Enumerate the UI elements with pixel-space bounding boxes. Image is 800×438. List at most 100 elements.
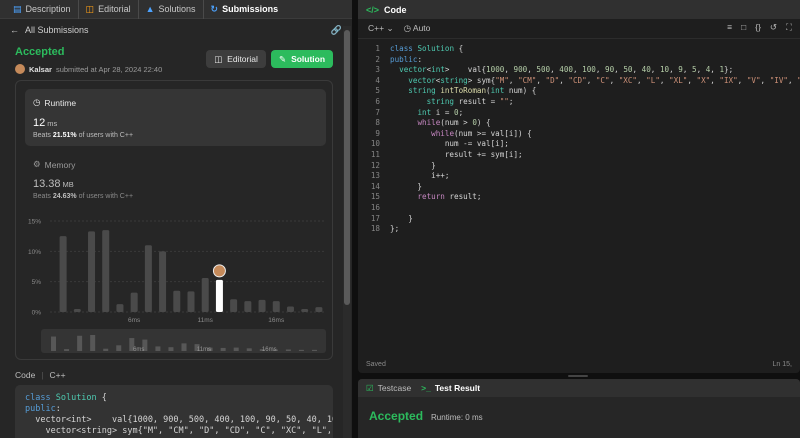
chart-bar[interactable] <box>258 299 266 312</box>
editorial-button[interactable]: ◫ Editorial <box>206 50 266 68</box>
chart-bar[interactable] <box>159 251 167 312</box>
format-icon[interactable]: ≡ <box>727 22 732 33</box>
line-number: 18 <box>370 224 380 234</box>
code-tab-bar: </> Code <box>358 0 800 19</box>
tab-test-result[interactable]: >_ Test Result <box>421 383 480 393</box>
solution-button[interactable]: ✎ Solution <box>271 50 333 68</box>
memory-stat[interactable]: ⚙ Memory 13.38 MB Beats 24.63% of users w… <box>33 159 323 200</box>
runtime-unit: ms <box>47 119 58 128</box>
braces-icon[interactable]: {} <box>755 22 761 33</box>
username[interactable]: Kalsar <box>29 65 52 74</box>
tab-editorial[interactable]: ◫ Editorial <box>79 0 139 19</box>
mini-x-tick-label: 16ms <box>262 347 277 353</box>
reset-icon[interactable]: ↺ <box>770 22 777 33</box>
chart-bar[interactable] <box>244 301 252 312</box>
code-token: 5 <box>691 65 697 75</box>
tab-description[interactable]: ▤ Description <box>6 0 79 19</box>
code-line: } <box>390 160 436 170</box>
code-section-header: Code | C++ <box>15 370 66 380</box>
cursor-position: Ln 15, <box>772 360 792 368</box>
runtime-distribution-chart[interactable]: 15% 10% 5% 0% 6ms 11ms 16ms <box>16 211 334 329</box>
code-line: while(num > 0) { <box>417 118 491 128</box>
code-token: return <box>417 192 445 202</box>
line-number: 9 <box>375 128 380 138</box>
test-result-status: Accepted <box>369 409 424 423</box>
chart-bar[interactable] <box>144 245 152 312</box>
tab-submissions[interactable]: ↻ Submissions <box>204 0 286 19</box>
code-token: class <box>390 44 413 53</box>
runtime-stat[interactable]: ◷ Runtime 12 ms Beats 21.51% of users wit… <box>25 89 326 146</box>
code-line: public: <box>390 54 423 64</box>
code-editor[interactable]: 1 class Solution {2 public: 3 vector<int> v… <box>358 42 800 352</box>
code-token: string <box>440 75 468 85</box>
bookmark-icon[interactable]: □ <box>741 22 746 33</box>
stats-card: ◷ Runtime 12 ms Beats 21.51% of users wit… <box>15 80 333 360</box>
chart-bar[interactable] <box>116 304 124 312</box>
line-number: 13 <box>370 171 380 181</box>
runtime-beats-prefix: Beats <box>33 132 51 139</box>
mini-chart-bar <box>168 347 174 351</box>
fullscreen-icon[interactable]: ⛶ <box>786 22 792 33</box>
solution-button-label: Solution <box>291 54 326 64</box>
submitted-time: submitted at Apr 28, 2024 22:40 <box>55 64 163 74</box>
code-line: string intToRoman(int num) { <box>408 86 537 96</box>
autosave-indicator[interactable]: ◷ Auto <box>404 23 431 34</box>
code-preview-line: public: <box>25 404 61 414</box>
avatar[interactable] <box>15 64 25 74</box>
chart-bar[interactable] <box>88 231 96 312</box>
chart-bar[interactable] <box>301 308 309 312</box>
chart-bar[interactable] <box>201 278 209 312</box>
code-token: 4 <box>705 65 711 75</box>
mini-x-tick-label: 11ms <box>197 347 211 353</box>
chart-bar[interactable] <box>73 308 81 312</box>
lock-icon: ◷ <box>403 23 411 33</box>
link-icon[interactable]: 🔗 <box>331 25 342 36</box>
tab-solutions-label: Solutions <box>158 4 196 14</box>
language-label: C++ <box>368 23 385 33</box>
chart-bar[interactable] <box>187 291 195 312</box>
left-scrollbar[interactable] <box>343 26 351 438</box>
chart-bar[interactable] <box>272 301 280 312</box>
line-number: 11 <box>370 150 380 159</box>
scrollbar-thumb[interactable] <box>344 30 350 305</box>
chart-bar[interactable] <box>130 292 138 312</box>
submission-header: Accepted Kalsar submitted at Apr 28, 202… <box>15 46 162 74</box>
code-panel-title: Code <box>384 4 407 15</box>
language-select[interactable]: C++ ⌄ <box>368 23 394 34</box>
code-token: 0 <box>454 107 459 117</box>
chart-range-selector[interactable]: 6ms 11ms 16ms <box>41 329 326 353</box>
submitted-code-preview[interactable]: class Solution {public: vector<int> val{… <box>15 385 333 438</box>
chart-bar[interactable] <box>102 230 110 312</box>
code-token: "CD" <box>568 75 587 85</box>
all-submissions-link[interactable]: ← All Submissions <box>10 25 89 35</box>
chart-bar[interactable] <box>173 290 181 312</box>
code-token: int <box>490 86 505 96</box>
code-token: 0 <box>472 118 477 128</box>
code-editor-panel: </> Code C++ ⌄ ◷ Auto ≡ □ {} ↺ ⛶ 1 class … <box>358 0 800 373</box>
code-token: 50 <box>623 65 633 75</box>
code-token: while <box>431 128 455 138</box>
history-icon: ↻ <box>210 3 219 14</box>
tab-solutions[interactable]: ▲ Solutions <box>139 0 204 19</box>
chart-bar[interactable] <box>59 236 67 312</box>
chart-bar[interactable] <box>230 299 238 312</box>
code-line: } <box>390 181 423 191</box>
chart-bar-current[interactable] <box>215 279 223 312</box>
submission-panel: ▤ Description ◫ Editorial ▲ Solutions ↻ … <box>0 0 352 438</box>
memory-unit: MB <box>62 180 74 189</box>
code-token: 100 <box>582 65 596 75</box>
mini-chart-bar <box>285 349 291 351</box>
y-tick-label: 10% <box>28 249 41 256</box>
edit-icon: ✎ <box>278 53 287 64</box>
code-token: "V" <box>746 75 761 85</box>
chart-bar[interactable] <box>286 306 294 312</box>
chart-bar[interactable] <box>315 307 323 312</box>
tab-submissions-label: Submissions <box>222 4 279 14</box>
tab-testcase[interactable]: ☑ Testcase <box>366 383 411 394</box>
code-token: "IV" <box>769 75 788 85</box>
memory-beats-suffix: of users with C++ <box>78 193 134 200</box>
code-section-label: Code <box>15 370 36 380</box>
mini-chart-bar <box>90 335 96 351</box>
line-number: 6 <box>375 97 380 106</box>
chip-icon: ⚙ <box>33 159 41 169</box>
